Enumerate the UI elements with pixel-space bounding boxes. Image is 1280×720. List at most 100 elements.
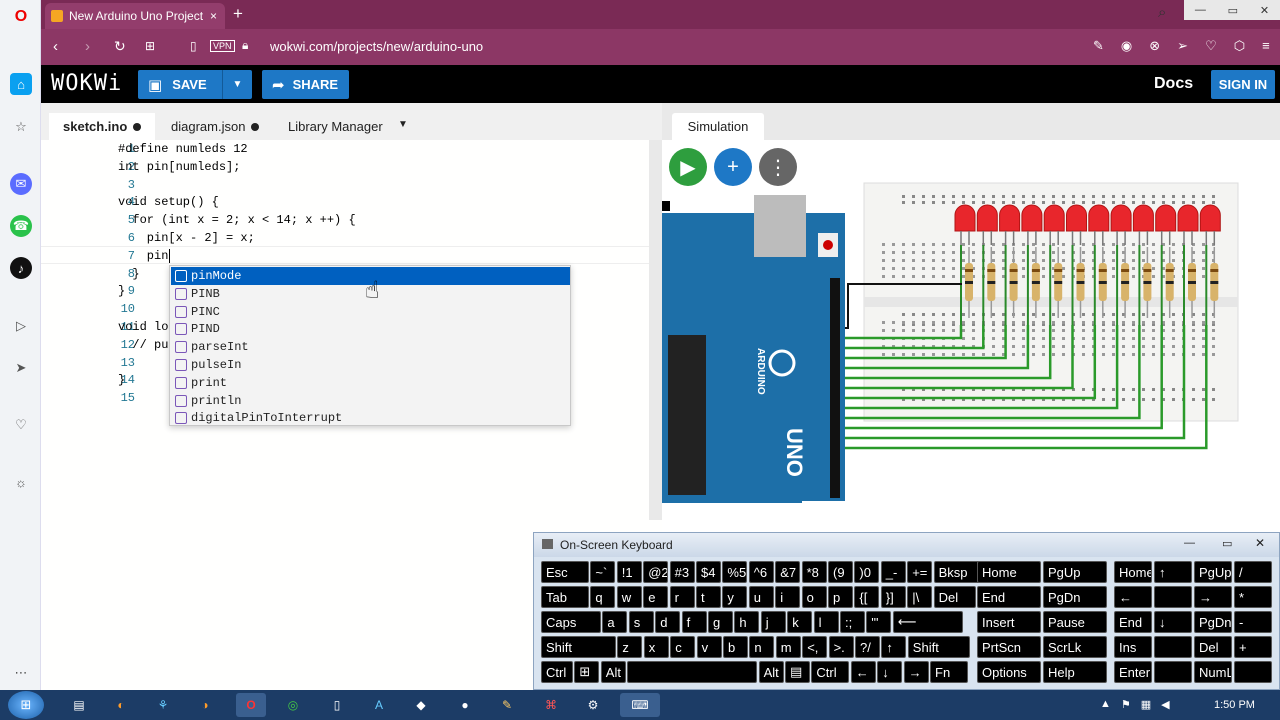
nav-key[interactable]: Options bbox=[977, 661, 1041, 683]
key[interactable]: → bbox=[903, 661, 929, 683]
key[interactable]: v bbox=[696, 636, 722, 658]
sign-in-button[interactable]: SIGN IN bbox=[1211, 70, 1275, 99]
network-taskbar-icon[interactable]: ⚙ bbox=[578, 693, 608, 717]
block-icon[interactable]: ⊗ bbox=[1149, 38, 1160, 54]
start-button[interactable]: ⊞ bbox=[8, 691, 44, 719]
numpad-key[interactable] bbox=[1154, 586, 1192, 608]
key[interactable]: "' bbox=[866, 611, 892, 633]
suggestion-item[interactable]: pulseIn bbox=[171, 356, 570, 374]
key[interactable]: )0 bbox=[854, 561, 880, 583]
key[interactable]: ?/ bbox=[855, 636, 880, 658]
key[interactable] bbox=[627, 661, 758, 683]
favorite-icon[interactable]: ♡ bbox=[1205, 38, 1217, 54]
numpad-key[interactable]: ↑ bbox=[1154, 561, 1192, 583]
tab-diagram-json[interactable]: diagram.json bbox=[157, 113, 273, 140]
forward-icon[interactable]: › bbox=[85, 38, 90, 55]
cube-icon[interactable]: ⬡ bbox=[1234, 38, 1245, 54]
docs-link[interactable]: Docs bbox=[1154, 75, 1193, 93]
nav-key[interactable]: PgDn bbox=[1043, 586, 1107, 608]
key[interactable]: Del bbox=[933, 586, 976, 608]
numpad-key[interactable]: - bbox=[1234, 611, 1272, 633]
pdf-taskbar-icon[interactable]: ⌘ bbox=[536, 693, 566, 717]
key[interactable]: >. bbox=[828, 636, 854, 658]
key[interactable]: _- bbox=[880, 561, 906, 583]
key[interactable]: b bbox=[723, 636, 748, 658]
numpad-key[interactable]: → bbox=[1194, 586, 1232, 608]
key[interactable]: ▤ bbox=[785, 661, 810, 683]
tiktok-icon[interactable]: ♪ bbox=[10, 257, 32, 279]
key[interactable]: &7 bbox=[775, 561, 801, 583]
key[interactable]: p bbox=[828, 586, 853, 608]
send-icon[interactable]: ➤ bbox=[10, 357, 32, 379]
key[interactable]: t bbox=[696, 586, 721, 608]
numpad-key[interactable]: + bbox=[1234, 636, 1272, 658]
key[interactable]: ⟵ bbox=[892, 611, 963, 633]
firefox-taskbar-icon[interactable]: ◐ bbox=[106, 693, 136, 717]
numpad-key[interactable]: ← bbox=[1114, 586, 1152, 608]
suggestion-item[interactable]: print bbox=[171, 374, 570, 392]
suggestion-item[interactable]: PINC bbox=[171, 303, 570, 321]
share-button[interactable]: ➦ SHARE bbox=[262, 70, 349, 99]
key[interactable]: ⊞ bbox=[574, 661, 600, 683]
home-icon[interactable]: ⌂ bbox=[10, 73, 32, 95]
key[interactable]: Ctrl bbox=[541, 661, 573, 683]
suggestion-item[interactable]: println bbox=[171, 392, 570, 410]
new-tab-icon[interactable]: + bbox=[233, 4, 243, 24]
key[interactable]: h bbox=[734, 611, 760, 633]
panel-divider-handle[interactable] bbox=[662, 201, 670, 211]
player-icon[interactable]: ▷ bbox=[10, 315, 32, 337]
key[interactable]: Ctrl bbox=[811, 661, 850, 683]
edit-icon[interactable]: ✎ bbox=[1093, 38, 1104, 54]
key[interactable]: !1 bbox=[616, 561, 642, 583]
browser-tab[interactable]: New Arduino Uno Project × bbox=[45, 3, 225, 29]
tab-sketch-ino[interactable]: sketch.ino bbox=[49, 113, 156, 140]
code-line[interactable]: int pin[numleds]; bbox=[118, 160, 240, 174]
tray-arrow-icon[interactable]: ▲ bbox=[1100, 698, 1111, 711]
key[interactable]: e bbox=[643, 586, 669, 608]
code-line[interactable]: void lo bbox=[118, 320, 168, 334]
key[interactable]: k bbox=[787, 611, 813, 633]
chrome-taskbar-icon[interactable]: ◎ bbox=[278, 693, 308, 717]
camera-icon[interactable]: ◉ bbox=[1121, 38, 1132, 54]
suggestion-item[interactable]: PIND bbox=[171, 320, 570, 338]
nav-key[interactable]: Insert bbox=[977, 611, 1041, 633]
key[interactable]: s bbox=[628, 611, 654, 633]
nav-key[interactable]: End bbox=[977, 586, 1041, 608]
key[interactable]: *8 bbox=[801, 561, 827, 583]
key[interactable]: Shift bbox=[541, 636, 616, 658]
numpad-key[interactable]: PgUp bbox=[1194, 561, 1232, 583]
circuit-diagram[interactable]: UNO ARDUINO bbox=[662, 163, 1280, 530]
nav-key[interactable]: Pause bbox=[1043, 611, 1107, 633]
flow-icon[interactable]: ➢ bbox=[1177, 38, 1188, 54]
numpad-key[interactable]: Del bbox=[1194, 636, 1232, 658]
numpad-key[interactable]: End bbox=[1114, 611, 1152, 633]
firefox2-taskbar-icon[interactable]: ◑ bbox=[190, 693, 220, 717]
kb-maximize-icon[interactable]: ▭ bbox=[1222, 537, 1232, 550]
tabs-dropdown-icon[interactable]: ▼ bbox=[398, 119, 408, 130]
reload-icon[interactable]: ↻ bbox=[114, 38, 126, 55]
key[interactable]: Tab bbox=[541, 586, 589, 608]
numpad-key[interactable]: Home bbox=[1114, 561, 1152, 583]
kb-minimize-icon[interactable]: — bbox=[1184, 537, 1195, 549]
numpad-key[interactable]: ↓ bbox=[1154, 611, 1192, 633]
key[interactable]: ↑ bbox=[881, 636, 907, 658]
keyboard-titlebar[interactable]: On-Screen Keyboard — ▭ ✕ bbox=[534, 533, 1279, 557]
key[interactable]: {[ bbox=[854, 586, 880, 608]
code-line[interactable]: #define numleds 12 bbox=[118, 142, 248, 156]
key[interactable]: ← bbox=[850, 661, 876, 683]
numpad-key[interactable] bbox=[1154, 636, 1192, 658]
tray-flag-icon[interactable]: ⚑ bbox=[1121, 698, 1131, 711]
numpad-key[interactable] bbox=[1234, 661, 1272, 683]
whatsapp-icon[interactable]: ☎ bbox=[10, 215, 32, 237]
messenger-icon[interactable]: ✉ bbox=[10, 173, 32, 195]
osk-taskbar-icon[interactable]: ⌨ bbox=[620, 693, 660, 717]
key[interactable]: Alt bbox=[600, 661, 626, 683]
key[interactable]: d bbox=[655, 611, 681, 633]
bulb-icon[interactable]: ☼ bbox=[10, 471, 32, 493]
explorer-taskbar-icon[interactable]: ▤ bbox=[64, 693, 94, 717]
tab-library-manager[interactable]: Library Manager bbox=[274, 113, 397, 140]
code-line[interactable]: } bbox=[118, 267, 139, 281]
key[interactable]: w bbox=[616, 586, 642, 608]
opera-logo-icon[interactable]: O bbox=[10, 6, 32, 28]
grid-icon[interactable]: ⊞ bbox=[145, 39, 155, 53]
